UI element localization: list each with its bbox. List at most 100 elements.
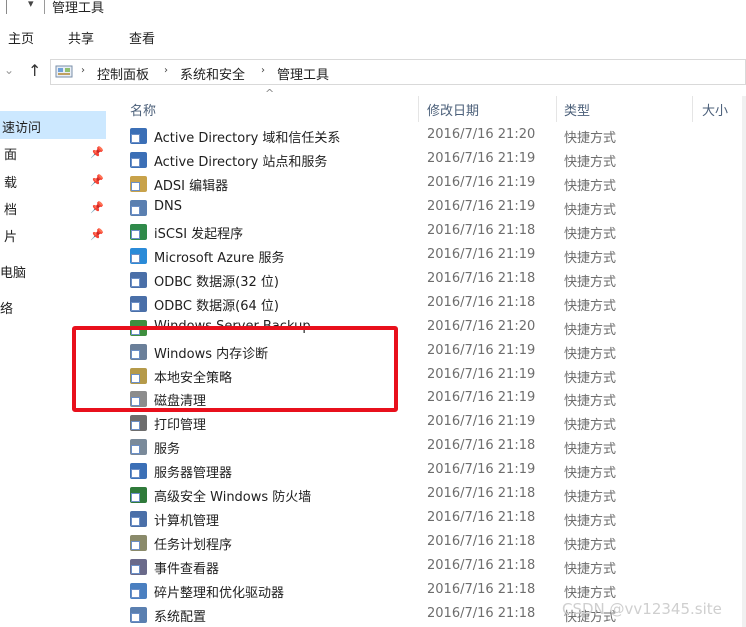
file-name: Active Directory 站点和服务	[154, 154, 328, 170]
file-row[interactable]: 磁盘清理 2016/7/16 21:19 快捷方式	[120, 387, 746, 411]
nav-item-desktop[interactable]: 面	[4, 144, 17, 163]
file-date: 2016/7/16 21:18	[427, 558, 536, 574]
file-type: 快捷方式	[564, 538, 617, 554]
file-row[interactable]: 事件查看器 2016/7/16 21:18 快捷方式	[120, 555, 746, 579]
file-row[interactable]: Active Directory 站点和服务 2016/7/16 21:19 快捷方…	[120, 148, 746, 172]
file-row[interactable]: Windows Server Backup 2016/7/16 21:20 快捷方式	[120, 316, 746, 340]
file-name: ADSI 编辑器	[154, 178, 229, 194]
file-name: 任务计划程序	[154, 538, 233, 554]
print-management-icon	[130, 415, 147, 432]
backup-icon	[130, 319, 147, 336]
file-type: 快捷方式	[564, 586, 617, 602]
file-row[interactable]: 打印管理 2016/7/16 21:19 快捷方式	[120, 411, 746, 435]
breadcrumb-admin-tools[interactable]: 管理工具	[277, 64, 329, 83]
column-name[interactable]: 名称	[130, 100, 156, 119]
file-name: Active Directory 域和信任关系	[154, 131, 341, 146]
file-row[interactable]: ODBC 数据源(64 位) 2016/7/16 21:18 快捷方式	[120, 292, 746, 316]
crumb-separator-icon[interactable]: ›	[261, 65, 265, 76]
file-name: 服务	[154, 442, 181, 458]
file-name: 事件查看器	[154, 562, 220, 578]
file-name: 本地安全策略	[154, 370, 233, 386]
file-row[interactable]: Windows 内存诊断 2016/7/16 21:19 快捷方式	[120, 340, 746, 364]
odbc-icon	[130, 271, 147, 288]
column-divider[interactable]	[556, 96, 557, 122]
file-date: 2016/7/16 21:18	[427, 222, 536, 238]
file-type: 快捷方式	[564, 298, 617, 314]
file-row[interactable]: DNS 2016/7/16 21:19 快捷方式	[120, 196, 746, 220]
file-row[interactable]: Active Directory 域和信任关系 2016/7/16 21:20 快捷…	[120, 124, 746, 148]
sort-ascending-icon: ^	[265, 87, 275, 100]
file-row[interactable]: 本地安全策略 2016/7/16 21:19 快捷方式	[120, 364, 746, 388]
file-name: Windows 内存诊断	[154, 346, 269, 362]
column-divider[interactable]	[418, 96, 419, 122]
file-row[interactable]: iSCSI 发起程序 2016/7/16 21:18 快捷方式	[120, 220, 746, 244]
file-name: 服务器管理器	[154, 466, 233, 482]
dns-icon	[130, 199, 147, 216]
file-date: 2016/7/16 21:19	[427, 462, 536, 478]
up-arrow-icon[interactable]: ↑	[28, 61, 41, 80]
file-type: 快捷方式	[564, 442, 617, 458]
tab-view[interactable]: 查看	[129, 28, 155, 47]
tab-share[interactable]: 共享	[68, 28, 94, 47]
file-name: iSCSI 发起程序	[154, 226, 244, 242]
file-row[interactable]: Microsoft Azure 服务 2016/7/16 21:19 快捷方式	[120, 244, 746, 268]
column-date[interactable]: 修改日期	[427, 100, 479, 119]
address-bar[interactable]: › 控制面板 › 系统和安全 › 管理工具	[50, 59, 746, 85]
file-name: Windows Server Backup	[154, 318, 311, 334]
breadcrumb-system-security[interactable]: 系统和安全	[180, 64, 245, 83]
nav-item-pictures[interactable]: 片	[4, 226, 17, 245]
column-size[interactable]: 大小	[702, 100, 728, 119]
file-type: 快捷方式	[564, 418, 617, 434]
file-row[interactable]: ODBC 数据源(32 位) 2016/7/16 21:18 快捷方式	[120, 268, 746, 292]
file-type: 快捷方式	[564, 322, 617, 338]
file-date: 2016/7/16 21:19	[427, 198, 536, 214]
nav-item-downloads[interactable]: 载	[4, 172, 17, 191]
nav-item-quick-access[interactable]: 速访问	[2, 117, 41, 136]
file-date: 2016/7/16 21:19	[427, 246, 536, 262]
file-date: 2016/7/16 21:18	[427, 294, 536, 310]
file-row[interactable]: 高级安全 Windows 防火墙 2016/7/16 21:18 快捷方式	[120, 483, 746, 507]
pin-icon: 📌	[90, 228, 104, 241]
file-row[interactable]: 任务计划程序 2016/7/16 21:18 快捷方式	[120, 531, 746, 555]
file-date: 2016/7/16 21:18	[427, 510, 536, 526]
quick-access-dropdown-icon[interactable]: ▾	[28, 0, 34, 10]
control-panel-icon	[55, 65, 73, 78]
file-name: 打印管理	[154, 418, 207, 434]
file-row[interactable]: ADSI 编辑器 2016/7/16 21:19 快捷方式	[120, 172, 746, 196]
file-name: 计算机管理	[154, 514, 220, 530]
file-type: 快捷方式	[564, 346, 617, 362]
file-date: 2016/7/16 21:19	[427, 414, 536, 430]
file-type: 快捷方式	[564, 394, 617, 410]
file-name: 磁盘清理	[154, 394, 207, 410]
nav-item-network[interactable]: 络	[0, 298, 13, 317]
file-name: DNS	[154, 198, 182, 214]
file-date: 2016/7/16 21:19	[427, 150, 536, 166]
file-row[interactable]: 服务器管理器 2016/7/16 21:19 快捷方式	[120, 459, 746, 483]
file-row[interactable]: 服务 2016/7/16 21:18 快捷方式	[120, 435, 746, 459]
nav-item-documents[interactable]: 档	[4, 199, 17, 218]
file-date: 2016/7/16 21:20	[427, 318, 536, 334]
odbc-icon	[130, 295, 147, 312]
crumb-separator-icon[interactable]: ›	[164, 65, 168, 76]
file-type: 快捷方式	[564, 514, 617, 530]
memory-diagnostic-icon	[130, 343, 147, 360]
crumb-separator-icon[interactable]: ›	[81, 65, 85, 76]
column-type[interactable]: 类型	[564, 100, 590, 119]
file-date: 2016/7/16 21:18	[427, 582, 536, 598]
recent-locations-icon[interactable]: ⌄	[4, 63, 14, 77]
column-divider[interactable]	[692, 96, 693, 122]
file-type: 快捷方式	[564, 226, 617, 242]
file-type: 快捷方式	[564, 274, 617, 290]
ad-sites-icon	[130, 151, 147, 168]
file-name: ODBC 数据源(32 位)	[154, 274, 279, 290]
file-type: 快捷方式	[564, 466, 617, 482]
file-row[interactable]: 计算机管理 2016/7/16 21:18 快捷方式	[120, 507, 746, 531]
file-date: 2016/7/16 21:19	[427, 366, 536, 382]
tab-home[interactable]: 主页	[8, 28, 34, 47]
file-type: 快捷方式	[564, 250, 617, 266]
system-config-icon	[130, 607, 147, 623]
nav-item-this-pc[interactable]: 电脑	[0, 262, 26, 281]
vertical-scrollbar[interactable]	[742, 96, 746, 627]
breadcrumb-control-panel[interactable]: 控制面板	[97, 64, 149, 83]
navigation-pane: 速访问 面 📌 载 📌 档 📌 片 📌 电脑 络	[0, 92, 108, 627]
